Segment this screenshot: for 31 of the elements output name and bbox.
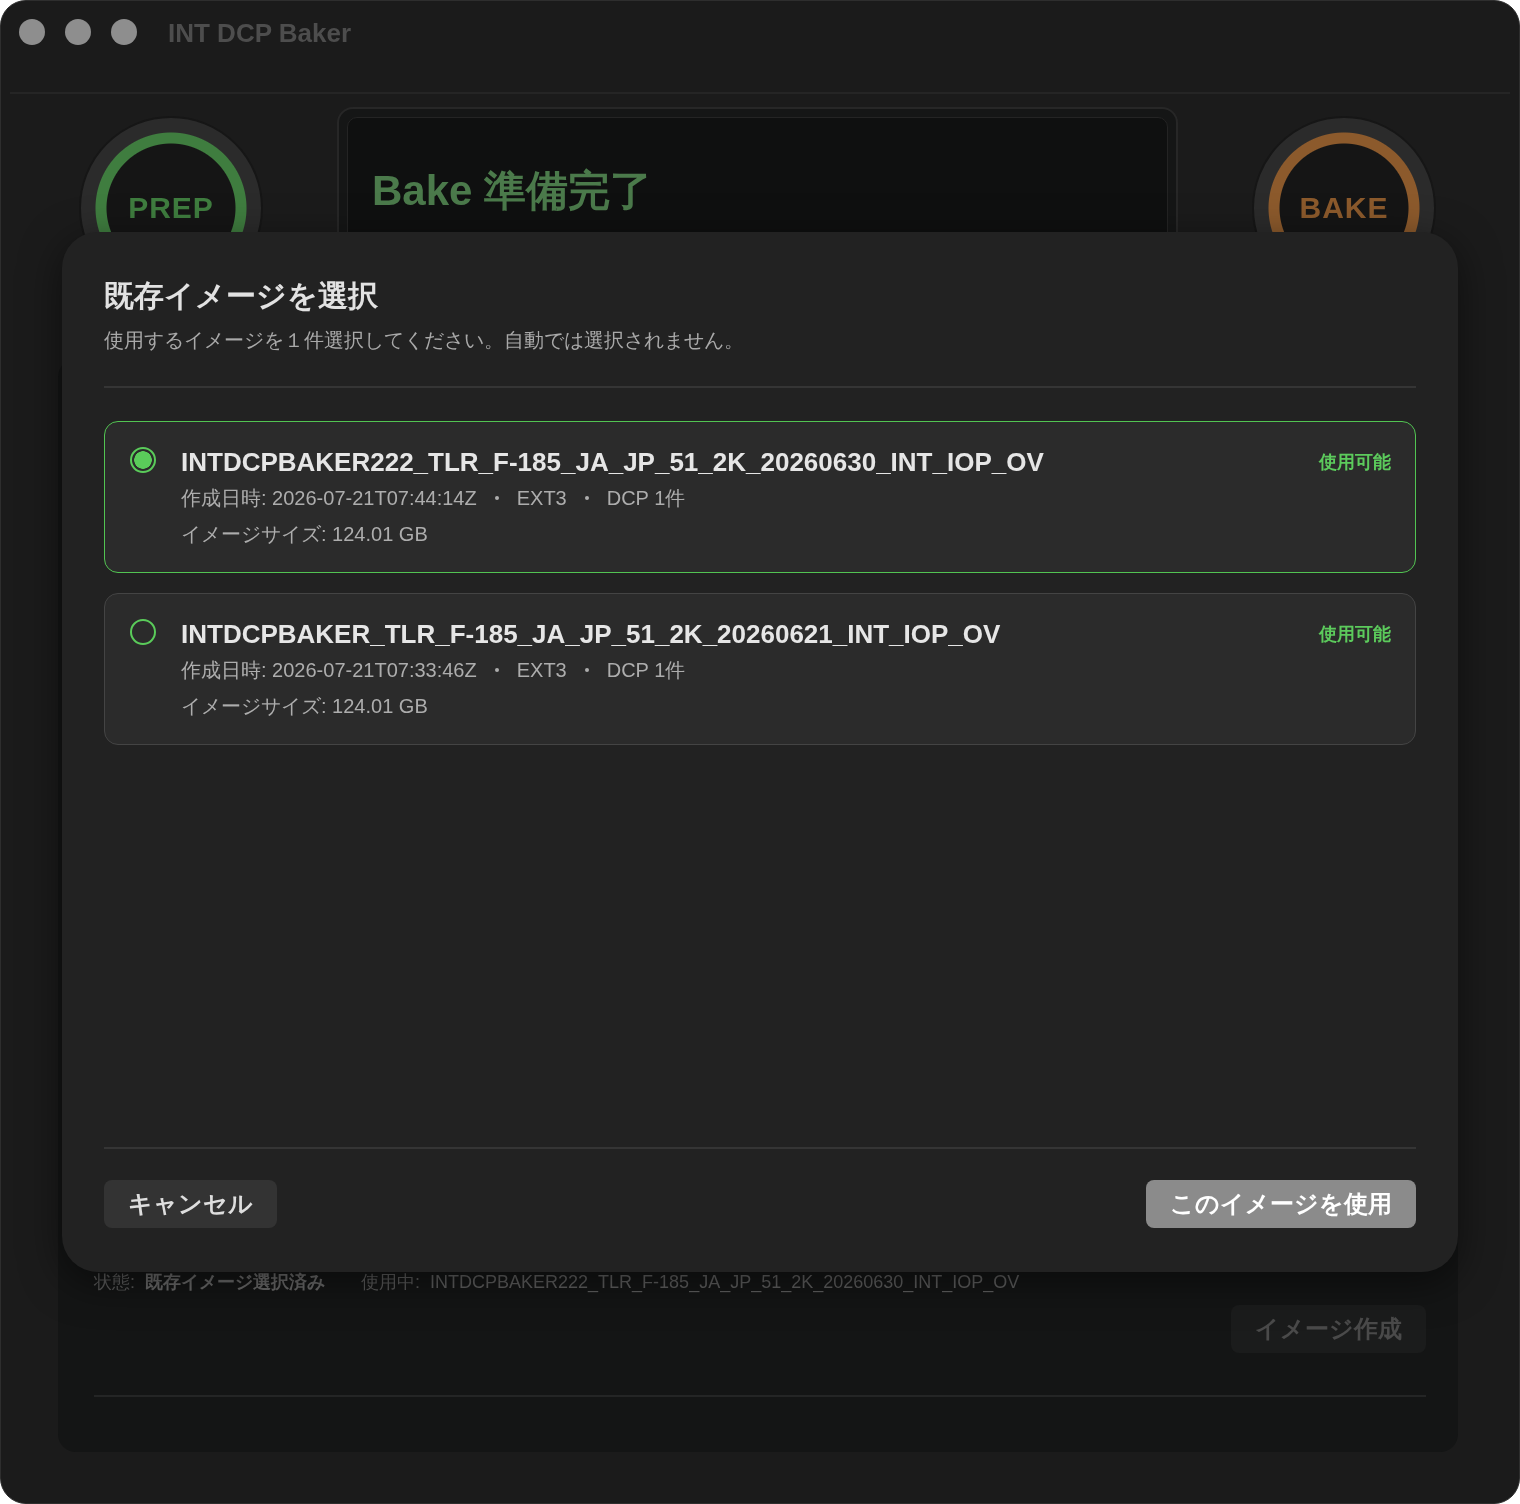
image-list-item[interactable]: INTDCPBAKER222_TLR_F-185_JA_JP_51_2K_20260630_INT_IOP_OV 作成日時: 2026-07-21T07:44:14Z EXT3 DCP 1件 イメージサイズ: 124.01 GB 使用可能 [104, 421, 1416, 573]
image-size: イメージサイズ: 124.01 GB [181, 522, 428, 547]
separator-dot-icon [584, 496, 589, 500]
dcp-count: DCP 1件 [606, 658, 686, 683]
separator-dot-icon [494, 668, 499, 672]
use-image-button[interactable]: このイメージを使用 [1146, 1180, 1416, 1228]
in-use-caption: 使用中: [361, 1271, 421, 1293]
image-name: INTDCPBAKER_TLR_F-185_JA_JP_51_2K_20260621_INT_IOP_OV [181, 619, 1001, 649]
status-value: 既存イメージ選択済み [145, 1271, 325, 1293]
image-name: INTDCPBAKER222_TLR_F-185_JA_JP_51_2K_20260630_INT_IOP_OV [181, 447, 1044, 477]
radio-button[interactable] [130, 619, 156, 645]
dialog-subtitle: 使用するイメージを１件選択してください。自動では選択されません。 [104, 328, 744, 353]
status-caption: 状態: [94, 1271, 135, 1293]
availability-label: 使用可能 [1319, 451, 1391, 474]
image-list-item[interactable]: INTDCPBAKER_TLR_F-185_JA_JP_51_2K_20260621_INT_IOP_OV 作成日時: 2026-07-21T07:33:46Z EXT3 DCP 1件 イメージサイズ: 124.01 GB 使用可能 [104, 593, 1416, 745]
separator-dot-icon [584, 668, 589, 672]
image-size: イメージサイズ: 124.01 GB [181, 694, 428, 719]
filesystem-type: EXT3 [516, 658, 567, 683]
separator-dot-icon [494, 496, 499, 500]
dcp-count: DCP 1件 [606, 486, 686, 511]
minimize-button[interactable] [65, 19, 91, 45]
radio-button[interactable] [130, 447, 156, 473]
maximize-button[interactable] [111, 19, 137, 45]
filesystem-type: EXT3 [516, 486, 567, 511]
created-date: 作成日時: 2026-07-21T07:44:14Z [181, 486, 477, 511]
display-title: Bake 準備完了 [372, 166, 653, 216]
cancel-button[interactable]: キャンセル [104, 1180, 277, 1228]
created-date: 作成日時: 2026-07-21T07:33:46Z [181, 658, 477, 683]
in-use-value: INTDCPBAKER222_TLR_F-185_JA_JP_51_2K_20260630_INT_IOP_OV [430, 1271, 1020, 1293]
availability-label: 使用可能 [1319, 623, 1391, 646]
close-button[interactable] [19, 19, 45, 45]
